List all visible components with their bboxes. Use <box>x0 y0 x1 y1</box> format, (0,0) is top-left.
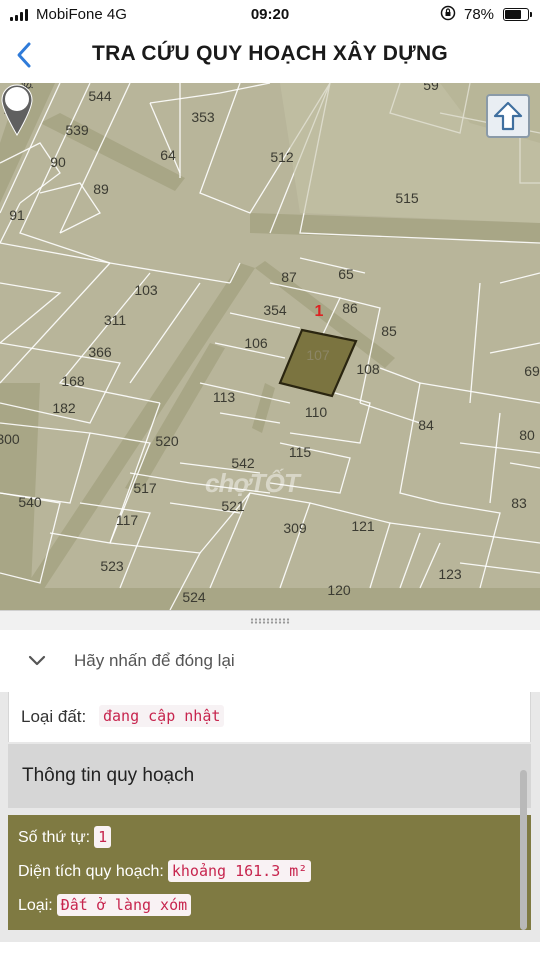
lot-label[interactable]: 84 <box>418 417 434 433</box>
lot-label[interactable]: 65 <box>338 266 354 282</box>
lot-label[interactable]: 121 <box>351 518 374 534</box>
panel-scrollbar[interactable] <box>520 770 527 930</box>
lot-label[interactable]: 106 <box>244 335 267 351</box>
lot-label[interactable]: 521 <box>221 498 244 514</box>
lot-label[interactable]: 87 <box>281 269 297 285</box>
arrow-up-icon <box>493 101 523 131</box>
lot-label[interactable]: 59 <box>423 83 439 93</box>
info-panel: Loại đất: đang cập nhật Thông tin quy ho… <box>0 692 540 960</box>
scroll-top-button[interactable] <box>486 94 530 138</box>
chotot-watermark: chợTỐT <box>205 468 300 498</box>
lot-label[interactable]: 515 <box>395 190 418 206</box>
lot-label[interactable]: 117 <box>116 512 138 528</box>
lot-label[interactable]: 520 <box>155 433 178 449</box>
collapse-label: Hãy nhấn để đóng lại <box>74 651 235 670</box>
lot-label[interactable]: 85 <box>381 323 397 339</box>
lot-label[interactable]: 300 <box>0 431 20 447</box>
lot-label-selected[interactable]: 107 <box>306 347 329 363</box>
lot-label[interactable]: 120 <box>327 582 350 598</box>
lot-label[interactable]: 83 <box>511 495 527 511</box>
lot-label[interactable]: 544 <box>88 88 111 104</box>
type-value: Đất ở làng xóm <box>56 894 192 916</box>
page-title: TRA CỨU QUY HOẠCH XÂY DỰNG <box>91 42 449 65</box>
planning-info-box: Số thứ tự: 1 Diện tích quy hoạch: khoảng 1… <box>8 815 531 930</box>
app-header: TRA CỨU QUY HOẠCH XÂY DỰNG <box>0 30 540 82</box>
land-type-value: đang cập nhật <box>99 705 225 727</box>
area-value: khoảng 161.3 m² <box>167 860 312 882</box>
lot-label[interactable]: 110 <box>305 404 327 420</box>
grip-icon <box>250 618 290 624</box>
collapse-panel-button[interactable]: Hãy nhấn để đóng lại <box>0 630 540 692</box>
land-type-label: Loại đất: <box>21 707 87 726</box>
lot-label[interactable]: 91 <box>9 207 25 223</box>
planning-map[interactable]: ần Hiệ 544 353 539 64 512 90 89 515 91 8… <box>0 83 540 610</box>
lot-label[interactable]: 86 <box>342 300 358 316</box>
battery-percent: 78% <box>464 6 495 23</box>
lot-label[interactable]: 512 <box>270 149 293 165</box>
lot-label[interactable]: 115 <box>289 444 311 460</box>
lot-label[interactable]: 366 <box>88 344 111 360</box>
lot-label[interactable]: 517 <box>133 480 156 496</box>
rotation-lock-icon <box>440 5 456 25</box>
marker-number: 1 <box>314 303 324 320</box>
order-value: 1 <box>94 826 112 848</box>
lot-label[interactable]: 311 <box>104 312 126 328</box>
lot-label[interactable]: 524 <box>182 589 205 605</box>
type-row: Loại: Đất ở làng xóm <box>18 894 192 916</box>
lot-label[interactable]: 353 <box>191 109 214 125</box>
land-type-row: Loại đất: đang cập nhật <box>8 692 531 742</box>
lot-label[interactable]: 80 <box>519 427 535 443</box>
lot-label[interactable]: 108 <box>356 361 379 377</box>
area-row: Diện tích quy hoạch: khoảng 161.3 m² <box>18 860 312 882</box>
order-row: Số thứ tự: 1 <box>18 826 112 848</box>
lot-label[interactable]: 103 <box>134 282 157 298</box>
clock: 09:20 <box>250 6 290 23</box>
lot-label[interactable]: 168 <box>61 373 84 389</box>
lot-label[interactable]: 89 <box>93 181 109 197</box>
lot-label[interactable]: 113 <box>213 389 235 405</box>
lot-label[interactable]: 123 <box>438 566 461 582</box>
area-label: Diện tích quy hoạch: <box>18 863 164 880</box>
status-bar: MobiFone 4G 09:20 78% <box>0 0 540 30</box>
battery-icon <box>503 8 532 21</box>
lot-label[interactable]: 539 <box>65 122 88 138</box>
lot-label[interactable]: 354 <box>263 302 286 318</box>
lot-label[interactable]: 69 <box>524 363 540 379</box>
lot-label[interactable]: 182 <box>52 400 75 416</box>
type-label: Loại: <box>18 897 53 914</box>
lot-label[interactable]: 523 <box>100 558 123 574</box>
chevron-down-icon <box>28 655 46 666</box>
lot-label[interactable]: 309 <box>283 520 306 536</box>
map-marker-icon[interactable] <box>0 83 34 137</box>
bottom-strip <box>0 942 540 960</box>
panel-drag-handle[interactable] <box>0 610 540 630</box>
planning-info-header[interactable]: Thông tin quy hoạch <box>8 744 531 808</box>
section-title: Thông tin quy hoạch <box>22 765 195 786</box>
lot-label[interactable]: 540 <box>18 494 41 510</box>
lot-label[interactable]: 64 <box>160 147 176 163</box>
order-label: Số thứ tự: <box>18 829 91 846</box>
lot-label[interactable]: 90 <box>50 154 66 170</box>
